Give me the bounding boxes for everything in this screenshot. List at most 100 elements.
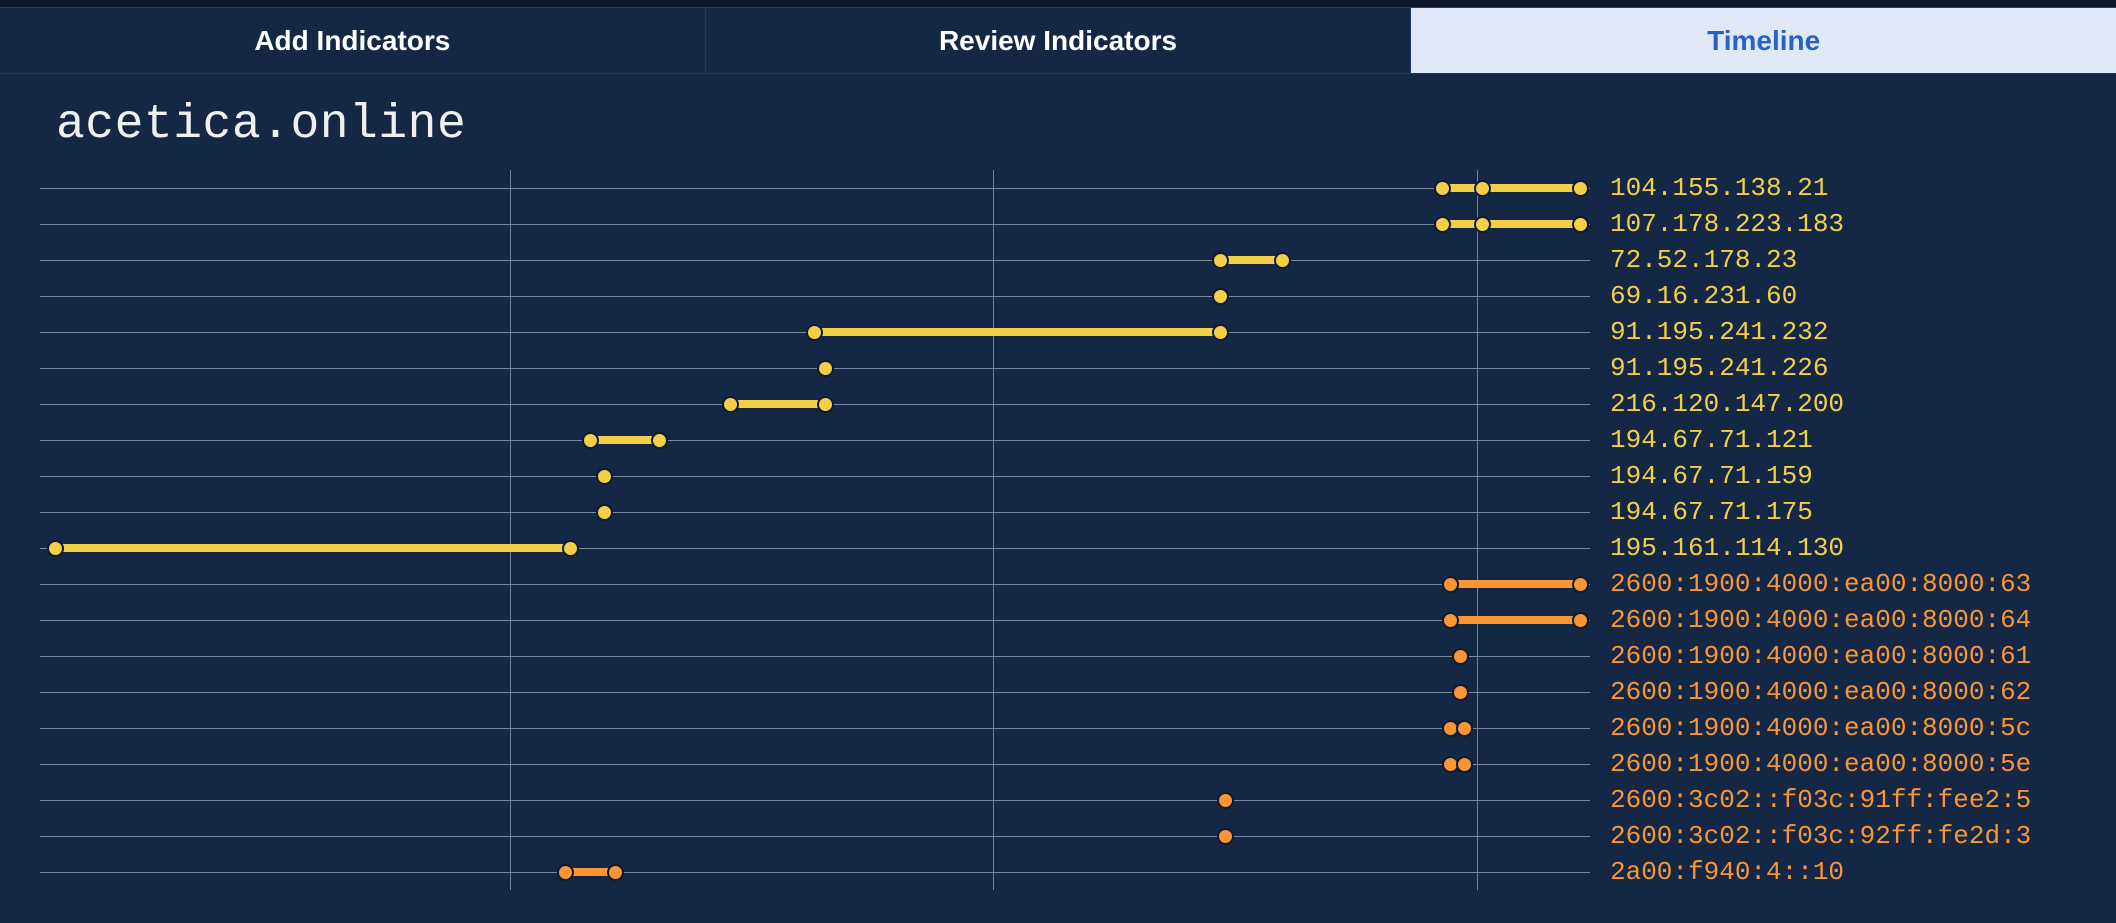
timeline-point[interactable] <box>1456 756 1473 773</box>
timeline-row-baseline <box>40 620 1590 621</box>
timeline-row: 194.67.71.175 <box>40 494 2116 530</box>
timeline-row: 2600:3c02::f03c:92ff:fe2d:3 <box>40 818 2116 854</box>
timeline-point[interactable] <box>47 540 64 557</box>
timeline-row: 2600:1900:4000:ea00:8000:5e <box>40 746 2116 782</box>
timeline-point[interactable] <box>1474 216 1491 233</box>
timeline-point[interactable] <box>1452 648 1469 665</box>
timeline-row-label[interactable]: 194.67.71.175 <box>1610 494 1813 530</box>
timeline-row-label[interactable]: 216.120.147.200 <box>1610 386 1844 422</box>
timeline-row-label[interactable]: 2600:1900:4000:ea00:8000:64 <box>1610 602 2031 638</box>
timeline-row: 216.120.147.200 <box>40 386 2116 422</box>
timeline-row: 195.161.114.130 <box>40 530 2116 566</box>
timeline-row-label[interactable]: 107.178.223.183 <box>1610 206 1844 242</box>
timeline-point[interactable] <box>1442 576 1459 593</box>
timeline-row-baseline <box>40 440 1590 441</box>
timeline-point[interactable] <box>582 432 599 449</box>
timeline-row: 107.178.223.183 <box>40 206 2116 242</box>
timeline-row-label[interactable]: 104.155.138.21 <box>1610 170 1828 206</box>
timeline-point[interactable] <box>1434 216 1451 233</box>
timeline-row: 194.67.71.159 <box>40 458 2116 494</box>
timeline-row-baseline <box>40 800 1590 801</box>
timeline-row: 2600:1900:4000:ea00:8000:63 <box>40 566 2116 602</box>
timeline-row: 104.155.138.21 <box>40 170 2116 206</box>
timeline-row-label[interactable]: 91.195.241.232 <box>1610 314 1828 350</box>
timeline-point[interactable] <box>1212 288 1229 305</box>
timeline-point[interactable] <box>1217 828 1234 845</box>
timeline-point[interactable] <box>1474 180 1491 197</box>
timeline-point[interactable] <box>1456 720 1473 737</box>
timeline-point[interactable] <box>1434 180 1451 197</box>
timeline-panel: acetica.online 104.155.138.21107.178.223… <box>0 74 2116 923</box>
timeline-row-label[interactable]: 2600:1900:4000:ea00:8000:63 <box>1610 566 2031 602</box>
timeline-row-label[interactable]: 91.195.241.226 <box>1610 350 1828 386</box>
timeline-row: 2a00:f940:4::10 <box>40 854 2116 890</box>
timeline-row-baseline <box>40 296 1590 297</box>
timeline-point[interactable] <box>1572 576 1589 593</box>
timeline-row: 2600:1900:4000:ea00:8000:61 <box>40 638 2116 674</box>
timeline-point[interactable] <box>817 360 834 377</box>
timeline-point[interactable] <box>1572 612 1589 629</box>
timeline-row: 2600:1900:4000:ea00:8000:62 <box>40 674 2116 710</box>
page-title: acetica.online <box>0 74 2116 170</box>
timeline-segment[interactable] <box>814 328 1220 336</box>
timeline-row-baseline <box>40 584 1590 585</box>
timeline-segment[interactable] <box>590 436 659 444</box>
timeline-point[interactable] <box>596 468 613 485</box>
timeline-row-label[interactable]: 2600:3c02::f03c:91ff:fee2:5 <box>1610 782 2031 818</box>
timeline-row-label[interactable]: 2600:1900:4000:ea00:8000:5c <box>1610 710 2031 746</box>
timeline-chart[interactable]: 104.155.138.21107.178.223.18372.52.178.2… <box>40 170 2116 890</box>
timeline-row-label[interactable]: 72.52.178.23 <box>1610 242 1797 278</box>
timeline-row: 91.195.241.232 <box>40 314 2116 350</box>
timeline-row-label[interactable]: 2a00:f940:4::10 <box>1610 854 1844 890</box>
tab-bar: Add Indicators Review Indicators Timelin… <box>0 8 2116 74</box>
timeline-row-label[interactable]: 2600:1900:4000:ea00:8000:61 <box>1610 638 2031 674</box>
timeline-row-baseline <box>40 188 1590 189</box>
timeline-segment[interactable] <box>1442 220 1580 228</box>
timeline-row-label[interactable]: 194.67.71.121 <box>1610 422 1813 458</box>
timeline-row-baseline <box>40 260 1590 261</box>
timeline-point[interactable] <box>806 324 823 341</box>
timeline-segment[interactable] <box>1450 580 1580 588</box>
timeline-row: 2600:1900:4000:ea00:8000:64 <box>40 602 2116 638</box>
tab-review-indicators[interactable]: Review Indicators <box>706 8 1412 73</box>
timeline-point[interactable] <box>1442 612 1459 629</box>
timeline-row-label[interactable]: 195.161.114.130 <box>1610 530 1844 566</box>
timeline-point[interactable] <box>607 864 624 881</box>
timeline-segment[interactable] <box>1442 184 1580 192</box>
timeline-segment[interactable] <box>55 544 570 552</box>
timeline-row-baseline <box>40 512 1590 513</box>
timeline-point[interactable] <box>817 396 834 413</box>
tab-add-indicators[interactable]: Add Indicators <box>0 8 706 73</box>
timeline-row: 69.16.231.60 <box>40 278 2116 314</box>
timeline-row-baseline <box>40 656 1590 657</box>
tab-timeline[interactable]: Timeline <box>1411 8 2116 73</box>
timeline-point[interactable] <box>557 864 574 881</box>
timeline-point[interactable] <box>562 540 579 557</box>
timeline-point[interactable] <box>1572 216 1589 233</box>
timeline-row-label[interactable]: 2600:1900:4000:ea00:8000:5e <box>1610 746 2031 782</box>
timeline-segment[interactable] <box>1220 256 1282 264</box>
timeline-row: 72.52.178.23 <box>40 242 2116 278</box>
timeline-point[interactable] <box>1212 324 1229 341</box>
timeline-row-label[interactable]: 194.67.71.159 <box>1610 458 1813 494</box>
timeline-point[interactable] <box>1212 252 1229 269</box>
timeline-row-label[interactable]: 69.16.231.60 <box>1610 278 1797 314</box>
timeline-row: 2600:3c02::f03c:91ff:fee2:5 <box>40 782 2116 818</box>
timeline-row: 194.67.71.121 <box>40 422 2116 458</box>
timeline-segment[interactable] <box>730 400 825 408</box>
timeline-point[interactable] <box>1452 684 1469 701</box>
timeline-point[interactable] <box>1274 252 1291 269</box>
timeline-point[interactable] <box>1572 180 1589 197</box>
timeline-row-baseline <box>40 728 1590 729</box>
timeline-segment[interactable] <box>1450 616 1580 624</box>
timeline-row-baseline <box>40 872 1590 873</box>
timeline-row-label[interactable]: 2600:3c02::f03c:92ff:fe2d:3 <box>1610 818 2031 854</box>
timeline-row: 2600:1900:4000:ea00:8000:5c <box>40 710 2116 746</box>
timeline-point[interactable] <box>651 432 668 449</box>
timeline-point[interactable] <box>1217 792 1234 809</box>
window-top-strip <box>0 0 2116 8</box>
timeline-point[interactable] <box>722 396 739 413</box>
timeline-point[interactable] <box>596 504 613 521</box>
timeline-row-baseline <box>40 764 1590 765</box>
timeline-row-label[interactable]: 2600:1900:4000:ea00:8000:62 <box>1610 674 2031 710</box>
